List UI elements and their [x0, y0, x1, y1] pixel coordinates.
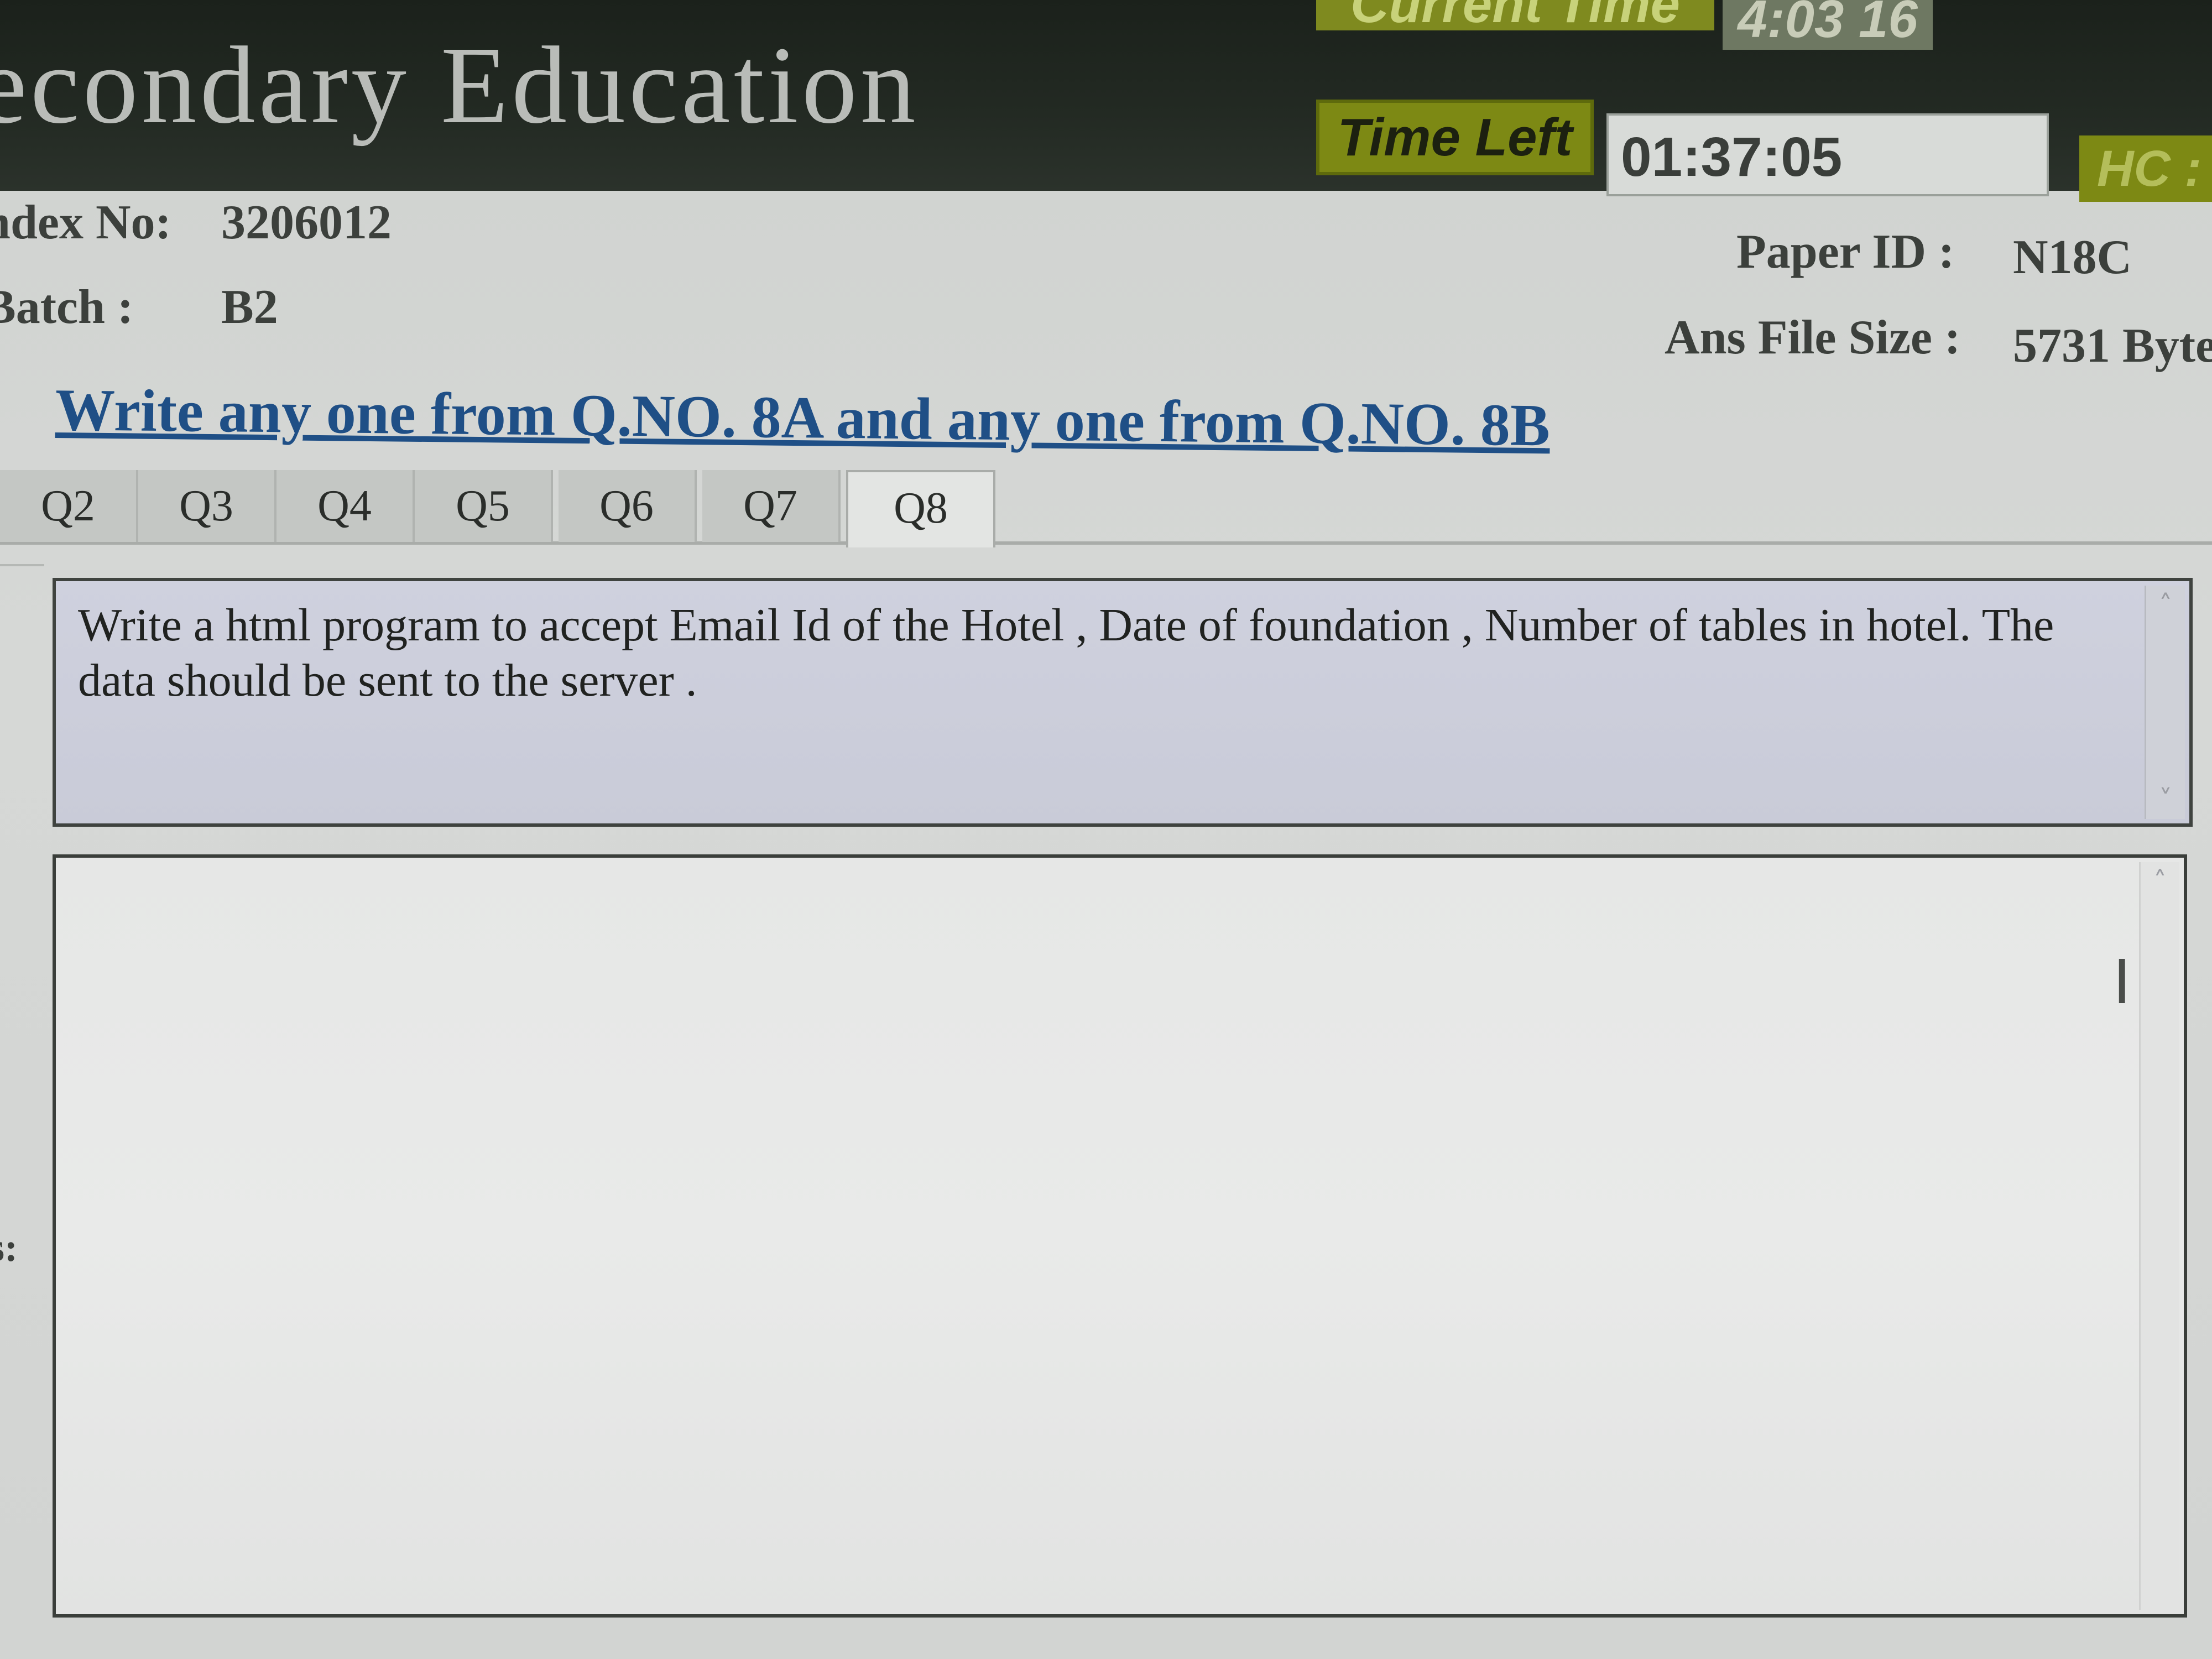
- side-label-fragment: s:: [0, 1225, 18, 1270]
- answer-file-size-label: Ans File Size :: [1665, 311, 1961, 364]
- paper-id-value: N18C: [2013, 231, 2132, 284]
- exam-window: econdary Education Current Time 4:03 16 …: [0, 0, 2212, 1659]
- tab-q2[interactable]: Q2: [0, 470, 138, 542]
- chevron-down-icon[interactable]: ˅: [2146, 780, 2185, 819]
- time-left-value: 01:37:05: [1606, 113, 2049, 196]
- batch-label: Batch :: [0, 280, 134, 334]
- answer-file-size-value: 5731 Byte: [2013, 319, 2212, 373]
- current-time-value: 4:03 16: [1723, 0, 1933, 50]
- chevron-up-icon[interactable]: ˄: [2146, 586, 2185, 624]
- tab-q8[interactable]: Q8: [846, 470, 995, 547]
- question-text-area: Write a html program to accept Email Id …: [53, 578, 2193, 827]
- question-scrollbar[interactable]: ˄ ˅: [2145, 586, 2185, 819]
- answer-text-area[interactable]: ˄ I: [53, 854, 2187, 1618]
- hc-badge: HC :: [2079, 135, 2212, 202]
- page-title: econdary Education: [0, 24, 919, 147]
- chevron-up-icon[interactable]: ˄: [2141, 862, 2179, 901]
- index-number-label: ndex No:: [0, 196, 171, 249]
- paper-id-label: Paper ID :: [1736, 225, 1955, 279]
- tab-q4[interactable]: Q4: [276, 470, 415, 542]
- tab-q7[interactable]: Q7: [702, 470, 841, 542]
- exam-header: econdary Education Current Time 4:03 16 …: [0, 0, 2212, 202]
- question-tabs: Q2 Q3 Q4 Q5 Q6 Q7 Q8: [0, 470, 2212, 547]
- question-text: Write a html program to accept Email Id …: [78, 599, 2054, 706]
- tab-q5[interactable]: Q5: [415, 470, 553, 542]
- i-beam-cursor-icon: I: [2113, 947, 2131, 1018]
- index-number-value: 3206012: [221, 196, 392, 249]
- left-rail: [0, 564, 44, 1659]
- tab-q6[interactable]: Q6: [559, 470, 697, 542]
- current-time-label: Current Time: [1316, 0, 1714, 30]
- tab-q3[interactable]: Q3: [138, 470, 276, 542]
- batch-value: B2: [221, 280, 278, 334]
- instruction-heading: Write any one from Q.NO. 8A and any one …: [55, 377, 1551, 459]
- time-left-label: Time Left: [1316, 100, 1594, 175]
- answer-scrollbar[interactable]: ˄: [2139, 862, 2179, 1610]
